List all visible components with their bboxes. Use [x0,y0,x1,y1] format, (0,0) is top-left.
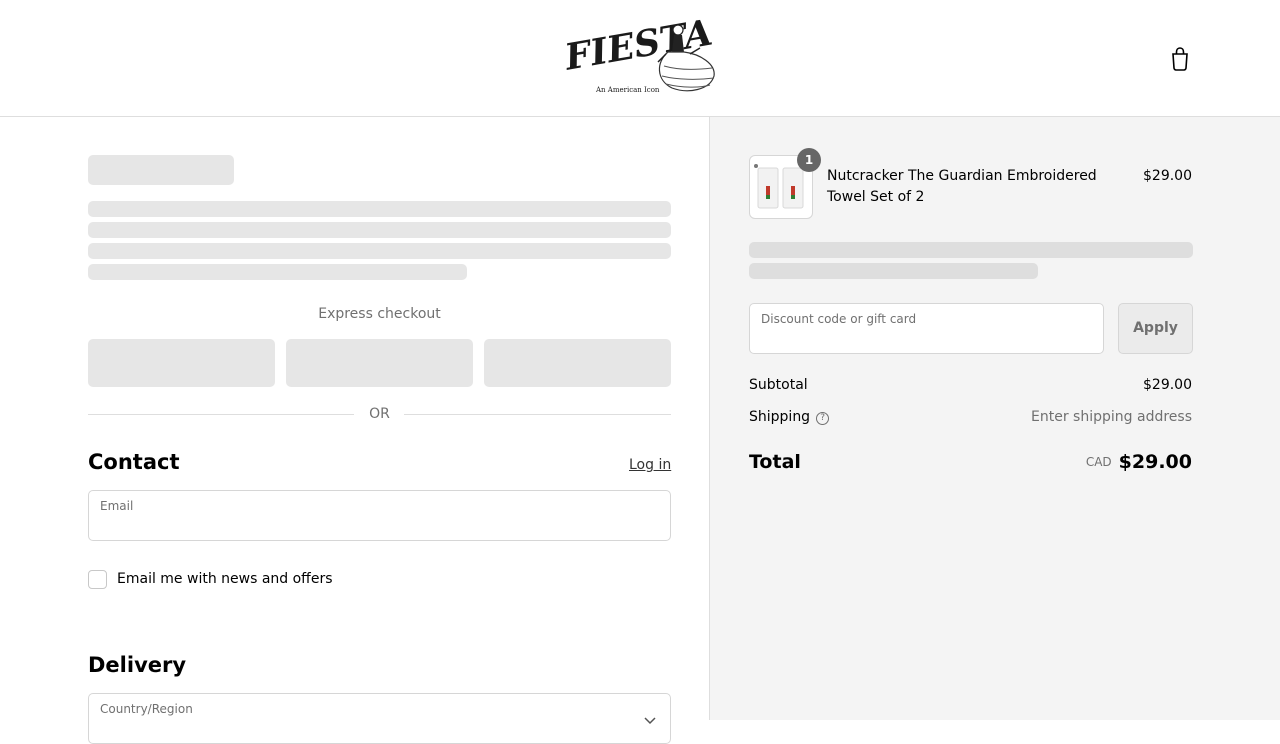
svg-text:An American Icon: An American Icon [595,86,660,94]
email-field-label: Email [100,499,134,513]
quantity-badge: 1 [797,148,821,172]
discount-code-placeholder: Discount code or gift card [761,312,917,326]
chevron-down-icon [644,714,656,728]
help-icon[interactable]: ? [816,412,830,425]
loading-skeleton-line [88,201,671,217]
loading-skeleton-line [88,243,671,259]
page-header: FIESTA An American Icon [0,0,1280,117]
login-link[interactable]: Log in [629,457,671,473]
discount-code-input[interactable]: Discount code or gift card [749,303,1104,354]
shipping-row-label: Shipping? [749,409,830,425]
shopping-bag-icon[interactable] [1168,45,1192,71]
express-checkout-button[interactable] [286,339,473,387]
product-name: Nutcracker The Guardian Embroidered Towe… [827,168,1097,205]
or-divider: OR [88,406,671,424]
country-region-select[interactable]: Country/Region [88,693,671,744]
checkout-main: Express checkout OR Contact Log in Email… [0,117,710,744]
express-checkout-button[interactable] [88,339,275,387]
express-checkout-label: Express checkout [318,306,441,322]
email-field[interactable]: Email [88,490,671,541]
order-summary: 1 Nutcracker The Guardian Embroidered To… [709,117,1280,720]
currency-code: CAD [1085,455,1112,469]
loading-skeleton-line [88,222,671,238]
loading-skeleton-line [88,264,467,280]
contact-heading: Contact [88,450,180,474]
total-value: $29.00 [1118,451,1192,473]
total-amount: CAD $29.00 [1086,451,1192,473]
total-label: Total [749,451,801,473]
product-price: $29.00 [1143,168,1192,184]
shipping-value: Enter shipping address [1031,409,1192,425]
delivery-heading: Delivery [88,653,187,677]
apply-discount-button[interactable]: Apply [1118,303,1193,354]
express-checkout-button[interactable] [484,339,671,387]
divider-line [404,414,671,415]
subtotal-value: $29.00 [1143,377,1192,393]
fiesta-logo[interactable]: FIESTA An American Icon [560,12,720,100]
subtotal-label: Subtotal [749,377,808,393]
loading-skeleton-line [749,263,1038,279]
shipping-label: Shipping [749,409,811,425]
loading-skeleton-title [88,155,234,185]
newsletter-checkbox[interactable] [88,570,107,589]
loading-skeleton-line [749,242,1193,258]
country-region-label: Country/Region [100,702,193,716]
newsletter-label[interactable]: Email me with news and offers [117,571,333,587]
